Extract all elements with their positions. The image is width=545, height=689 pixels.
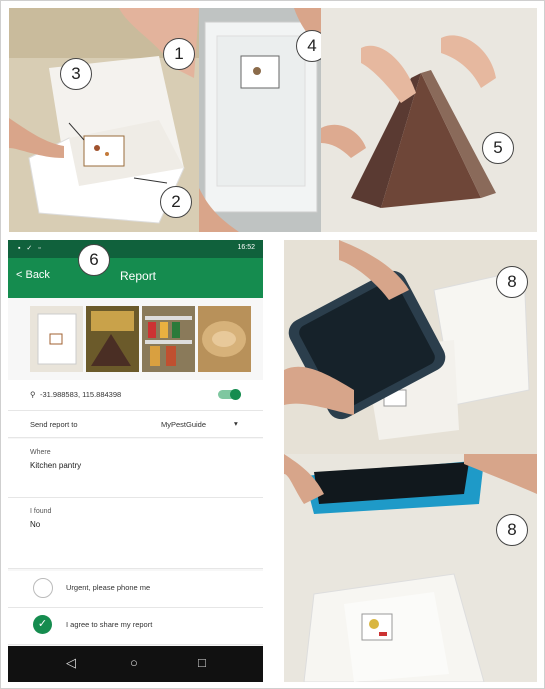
urgent-checkbox[interactable] <box>33 578 53 598</box>
urgent-label: Urgent, please phone me <box>66 583 151 592</box>
report-form: ⚲ -31.988583, 115.884398 Send report to … <box>8 298 263 646</box>
found-field[interactable]: I found No <box>8 498 263 569</box>
app-bar: < Back Report <box>8 258 263 298</box>
found-label: I found <box>30 508 52 515</box>
agree-label: I agree to share my report <box>66 620 153 629</box>
photo-thumbnail-3[interactable] <box>142 306 195 372</box>
step-badge-8-top: 8 <box>496 266 528 298</box>
photo-thumbnail-2[interactable] <box>86 306 139 372</box>
step-badge-6: 6 <box>78 244 110 276</box>
nav-back-icon[interactable]: ◁ <box>66 655 76 671</box>
send-to-label: Send report to <box>30 420 78 429</box>
photo-folded-trap <box>321 8 537 232</box>
page-title: Report <box>120 269 157 283</box>
location-toggle[interactable] <box>218 389 241 400</box>
coordinates-text: -31.988583, 115.884398 <box>40 390 122 399</box>
location-pin-icon: ⚲ <box>30 390 36 399</box>
phone-screen: ▪ ✓ ▫ 16:52 < Back Report ⚲ -31.988583, … <box>8 240 263 682</box>
photo-phone-capture-2 <box>284 454 537 682</box>
where-label: Where <box>30 449 51 456</box>
nav-recent-icon[interactable]: □ <box>198 655 206 670</box>
photo-thumbnail-4[interactable] <box>198 306 251 372</box>
where-value: Kitchen pantry <box>30 461 82 470</box>
agree-row[interactable]: ✓ I agree to share my report <box>8 608 263 645</box>
step-badge-8-bottom: 8 <box>496 514 528 546</box>
send-to-row[interactable]: Send report to MyPestGuide ▾ <box>8 411 263 438</box>
status-bar: ▪ ✓ ▫ 16:52 <box>8 240 263 258</box>
step-badge-3: 3 <box>60 58 92 90</box>
step-badge-2: 2 <box>160 186 192 218</box>
toggle-knob <box>230 389 241 400</box>
step-badge-1: 1 <box>163 38 195 70</box>
step-badge-5: 5 <box>482 132 514 164</box>
back-button[interactable]: < Back <box>16 269 50 281</box>
nav-home-icon[interactable]: ○ <box>130 655 138 670</box>
where-field[interactable]: Where Kitchen pantry <box>8 439 263 498</box>
agree-checkbox[interactable]: ✓ <box>33 615 52 634</box>
urgent-row[interactable]: Urgent, please phone me <box>8 571 263 608</box>
location-row: ⚲ -31.988583, 115.884398 <box>8 380 263 411</box>
android-nav-bar: ◁ ○ □ <box>8 646 263 682</box>
found-value: No <box>30 520 41 529</box>
send-to-value: MyPestGuide <box>161 420 207 429</box>
status-icons-left: ▪ ✓ ▫ <box>18 245 43 252</box>
status-time: 16:52 <box>237 244 255 251</box>
photo-thumbnail-1[interactable] <box>30 306 83 372</box>
dropdown-caret-icon: ▾ <box>234 419 238 428</box>
